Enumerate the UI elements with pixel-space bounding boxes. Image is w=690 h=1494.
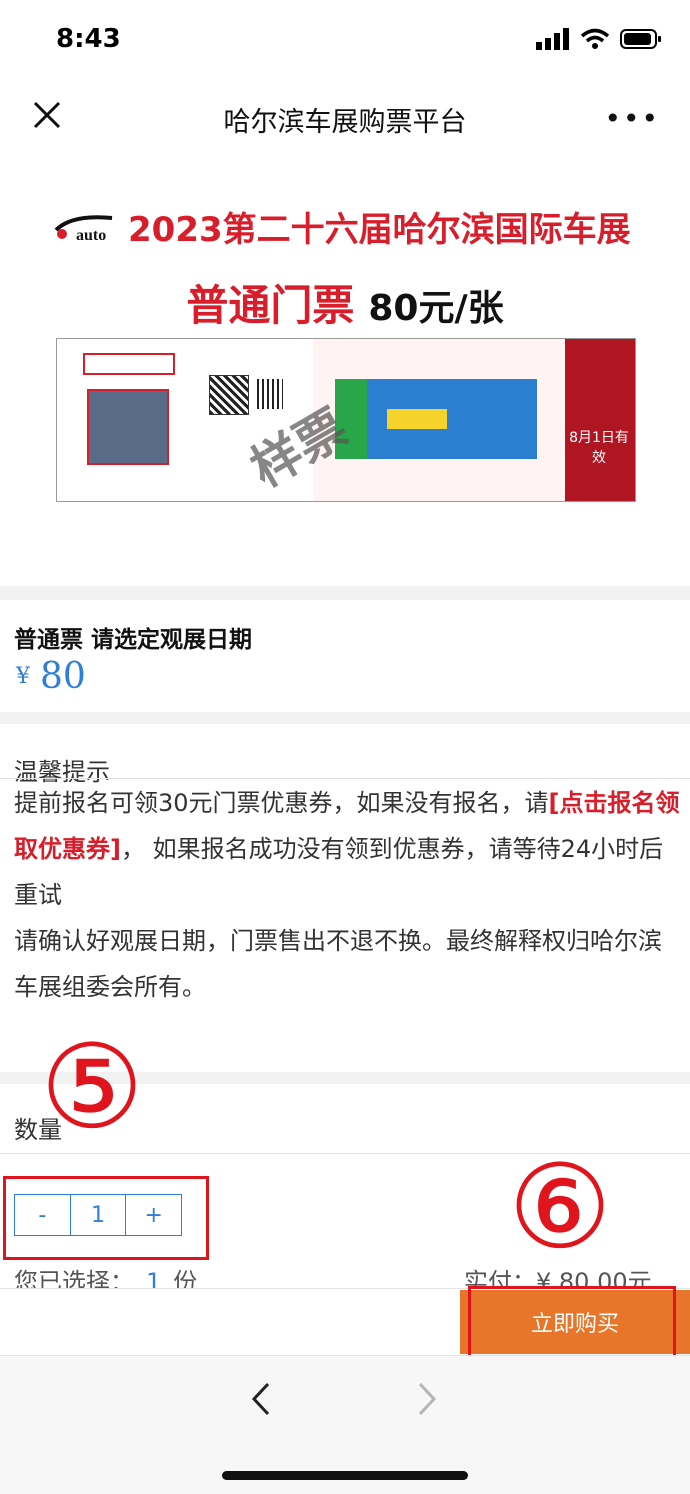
back-arrow-icon[interactable]	[244, 1374, 278, 1424]
ticket-photo	[87, 389, 169, 465]
banner-ticket-type: 普通门票	[186, 281, 355, 330]
selected-count: 1	[146, 1268, 162, 1288]
currency-symbol: ¥	[16, 664, 30, 689]
page-title: 哈尔滨车展购票平台	[223, 107, 467, 138]
price-amount: 80	[40, 656, 86, 697]
tips-body: 提前报名可领30元门票优惠券，如果没有报名，请[点击报名领取优惠券]， 如果报名…	[14, 780, 680, 1010]
ticket-sample-image: 8月1日有效 样票	[56, 338, 636, 502]
more-icon[interactable]: •••	[604, 102, 660, 135]
status-time: 8:43	[56, 24, 121, 54]
svg-text:auto: auto	[76, 227, 106, 244]
divider	[0, 778, 690, 779]
banner-headline-row: auto 2023第二十六届哈尔滨国际车展	[52, 202, 631, 251]
ticket-price: ¥80	[16, 656, 86, 697]
ticket-stamp-box	[83, 353, 175, 375]
browser-toolbar	[0, 1355, 690, 1494]
section-gap	[0, 586, 690, 600]
status-bar: 8:43	[0, 0, 690, 84]
barcode-icon	[257, 379, 283, 409]
signal-icon	[536, 28, 569, 50]
qr-code-icon	[209, 375, 249, 415]
ticket-valid-date: 8月1日有效	[569, 430, 629, 466]
section-gap	[0, 712, 690, 724]
home-indicator	[222, 1471, 468, 1480]
annotation-number-6: ⑥	[508, 1140, 612, 1275]
banner-headline: 2023第二十六届哈尔滨国际车展	[128, 210, 631, 250]
annotation-box-5	[3, 1176, 209, 1260]
event-banner: auto 2023第二十六届哈尔滨国际车展 普通门票 80元/张 8月1日有效 样…	[0, 160, 690, 580]
status-icons	[536, 28, 662, 50]
banner-price: 80元/张	[368, 288, 504, 329]
auto-logo-icon: auto	[54, 214, 113, 244]
nav-bar: 哈尔滨车展购票平台 •••	[0, 84, 690, 154]
selected-summary: 您已选择： 1 份	[14, 1262, 197, 1288]
tips-paragraph-1: 提前报名可领30元门票优惠券，如果没有报名，请[点击报名领取优惠券]， 如果报名…	[14, 789, 680, 909]
ticket-name: 普通票 请选定观展日期	[14, 627, 253, 653]
battery-icon	[620, 29, 661, 49]
ticket-right-panel	[565, 339, 635, 501]
wifi-icon	[580, 28, 610, 49]
tips-paragraph-2: 请确认好观展日期，门票售出不退不换。最终解释权归哈尔滨车展组委会所有。	[14, 927, 662, 1001]
annotation-number-5: ⑤	[40, 1020, 144, 1155]
ticket-yellow-block	[387, 409, 447, 429]
banner-subline: 普通门票 80元/张	[0, 272, 690, 333]
forward-arrow-icon[interactable]	[410, 1374, 444, 1424]
